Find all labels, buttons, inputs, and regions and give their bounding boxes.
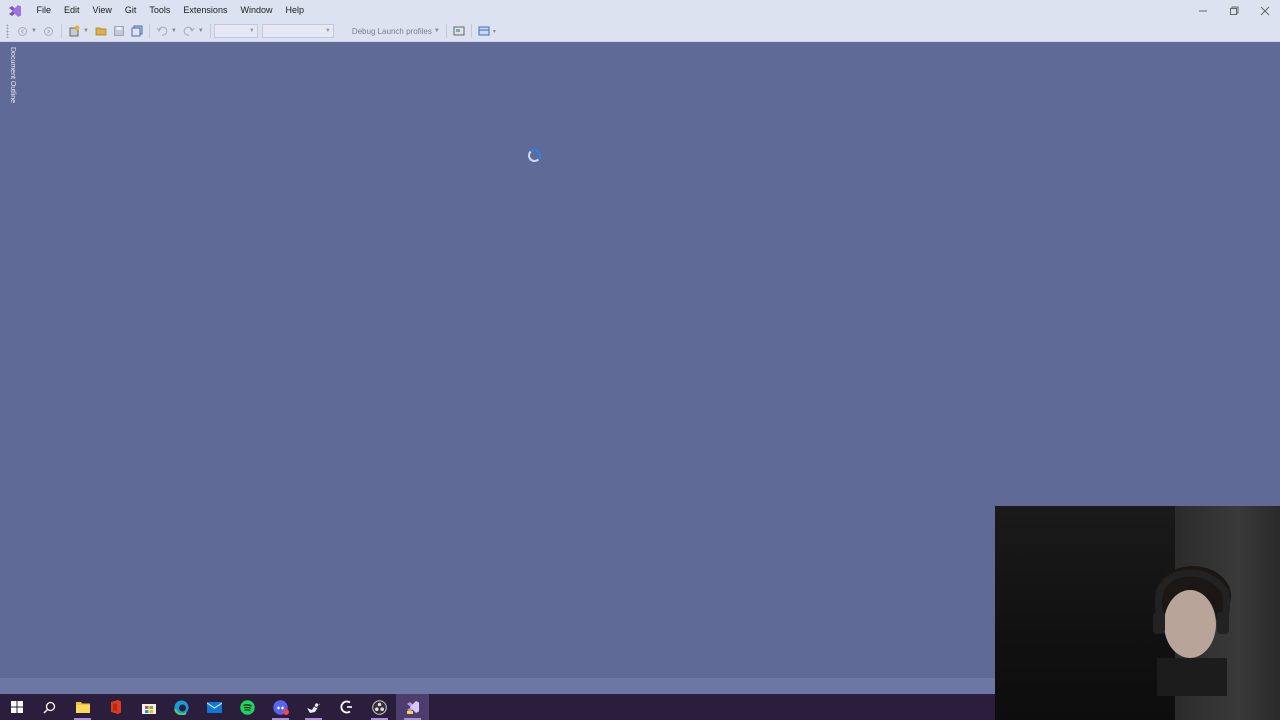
browse-with-icon[interactable] — [453, 25, 465, 37]
undo-icon[interactable] — [156, 25, 168, 37]
restore-icon — [1229, 6, 1238, 15]
menu-bar: File Edit View Git Tools Extensions Wind… — [30, 0, 310, 21]
webcam-overlay — [995, 506, 1280, 720]
chevron-down-icon: ▼ — [248, 28, 255, 34]
spotify-icon[interactable] — [231, 694, 264, 720]
store-icon[interactable] — [132, 694, 165, 720]
toolbar-separator — [148, 24, 150, 38]
toolbar-grip[interactable] — [6, 24, 9, 38]
chevron-down-icon[interactable]: ▼ — [198, 28, 204, 34]
navigate-back-icon[interactable] — [16, 25, 28, 37]
restore-button[interactable] — [1218, 0, 1249, 21]
chevron-down-icon: ▼ — [324, 28, 331, 34]
save-icon[interactable] — [113, 25, 125, 37]
solution-platforms-dropdown[interactable]: ▼ — [261, 24, 334, 38]
toolbar-separator — [470, 24, 472, 38]
menu-git[interactable]: Git — [118, 0, 143, 21]
loading-spinner-icon — [528, 149, 541, 162]
debug-launch-profiles-button[interactable]: Debug Launch profiles — [352, 27, 432, 36]
menu-edit[interactable]: Edit — [58, 0, 87, 21]
minimize-button[interactable] — [1187, 0, 1218, 21]
close-button[interactable] — [1249, 0, 1280, 21]
toolbar-separator — [60, 24, 62, 38]
chevron-down-icon[interactable]: ▼ — [31, 28, 37, 34]
discord-icon[interactable] — [264, 694, 297, 720]
title-bar: File Edit View Git Tools Extensions Wind… — [0, 0, 1280, 21]
toolbar-options-icon[interactable]: ▾ — [493, 28, 496, 35]
chevron-down-icon[interactable]: ▼ — [434, 28, 440, 34]
redo-icon[interactable] — [183, 25, 195, 37]
chevron-down-icon[interactable]: ▼ — [83, 28, 89, 34]
streamer-avatar — [1153, 566, 1231, 696]
menu-file[interactable]: File — [30, 0, 58, 21]
menu-tools[interactable]: Tools — [143, 0, 177, 21]
menu-extensions[interactable]: Extensions — [177, 0, 234, 21]
document-outline-label: Document Outline — [9, 47, 16, 104]
layout-icon[interactable] — [478, 25, 490, 37]
menu-window[interactable]: Window — [234, 0, 279, 21]
navigate-forward-icon[interactable] — [43, 25, 55, 37]
minimize-icon — [1198, 10, 1207, 11]
toolbar-separator — [445, 24, 447, 38]
menu-help[interactable]: Help — [279, 0, 311, 21]
mail-icon[interactable] — [198, 694, 231, 720]
visual-studio-icon[interactable] — [396, 694, 429, 720]
obs-icon[interactable] — [363, 694, 396, 720]
new-project-icon[interactable] — [68, 25, 80, 37]
close-icon — [1260, 6, 1269, 15]
open-folder-icon[interactable] — [95, 25, 107, 37]
file-explorer-icon[interactable] — [66, 694, 99, 720]
visual-studio-logo-icon[interactable] — [8, 4, 22, 18]
steam-icon[interactable] — [297, 694, 330, 720]
start-icon[interactable] — [0, 694, 33, 720]
logitech-icon[interactable] — [330, 694, 363, 720]
document-outline-tab[interactable]: Document Outline — [2, 44, 18, 114]
menu-view[interactable]: View — [86, 0, 118, 21]
standard-toolbar: ▼ ▼ ▼ ▼ ▼ ▼ Debug Launch profiles ▼ ▾ — [0, 21, 1280, 42]
edge-icon[interactable] — [165, 694, 198, 720]
solution-configurations-dropdown[interactable]: ▼ — [213, 24, 258, 38]
save-all-icon[interactable] — [131, 25, 143, 37]
office-icon[interactable] — [99, 694, 132, 720]
chevron-down-icon[interactable]: ▼ — [171, 28, 177, 34]
toolbar-separator — [209, 24, 211, 38]
search-icon[interactable] — [33, 694, 66, 720]
window-controls — [1187, 0, 1280, 21]
